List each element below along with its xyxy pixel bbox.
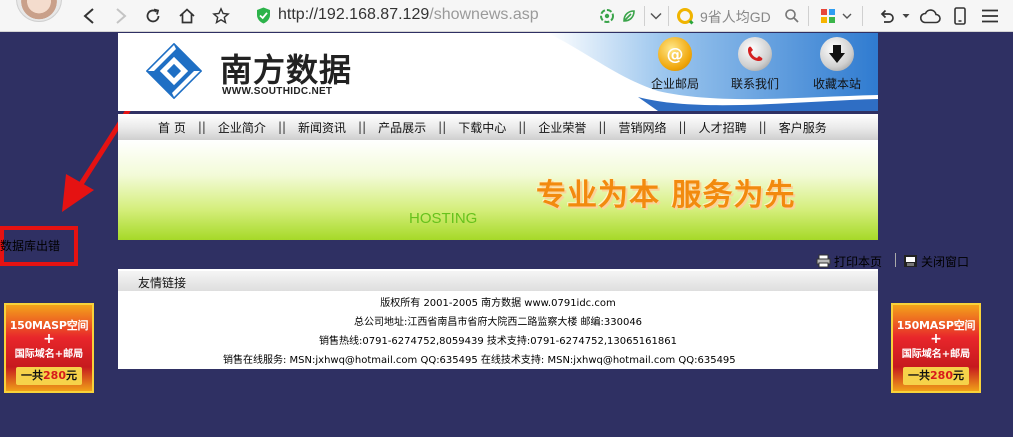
apps-grid-icon[interactable]: [817, 3, 839, 29]
print-close-divider: [895, 253, 896, 267]
hero-banner: 专业为本 服务为先 HOSTING: [118, 140, 878, 240]
star-bookmark-icon[interactable]: [210, 3, 232, 29]
banner-hosting-text: HOSTING: [409, 210, 478, 227]
site-navigation: 首 页 || 企业简介 || 新闻资讯 || 产品展示 || 下载中心 || 企…: [118, 114, 878, 140]
header-link-bookmark[interactable]: 收藏本站: [802, 37, 872, 92]
vertical-scrollbar[interactable]: [997, 45, 1013, 437]
company-logo-text: 南方数据: [220, 51, 353, 89]
printer-icon: [816, 254, 831, 268]
database-error-message: 数据库出错: [0, 239, 61, 253]
nav-home[interactable]: 首 页: [158, 119, 186, 136]
search-engine-icon: [674, 3, 696, 29]
bookmark-icon: [820, 37, 854, 71]
header-link-contact[interactable]: 联系我们: [720, 37, 790, 92]
compatibility-mode-icon[interactable]: [619, 3, 639, 29]
address-bar[interactable]: http://192.168.87.129/shownews.asp: [278, 6, 539, 24]
nav-service[interactable]: 客户服务: [779, 119, 827, 136]
nav-products[interactable]: 产品展示: [378, 119, 426, 136]
home-icon[interactable]: [176, 3, 198, 29]
company-logo-mark: [146, 43, 202, 99]
security-shield-icon: [257, 7, 270, 24]
menu-icon[interactable]: [978, 3, 1002, 29]
header-link-email[interactable]: @ 企业邮局: [640, 37, 710, 92]
close-window-icon: [904, 255, 917, 267]
nav-about[interactable]: 企业简介: [218, 119, 266, 136]
footer-hotline: 销售热线:0791-6274752,8059439 技术支持:0791-6274…: [319, 336, 677, 347]
undo-dropdown-icon[interactable]: [900, 3, 912, 29]
site-header: 南方数据 WWW.SOUTHIDC.NET @ 企业邮局 联系我们 收藏本站: [118, 33, 878, 111]
nav-news[interactable]: 新闻资讯: [298, 119, 346, 136]
apps-dropdown-icon[interactable]: [840, 3, 854, 29]
email-icon: @: [658, 37, 692, 71]
undo-icon[interactable]: [876, 3, 898, 29]
mobile-icon[interactable]: [950, 3, 970, 29]
nav-jobs[interactable]: 人才招聘: [699, 119, 747, 136]
site-footer: 友情链接 版权所有 2001-2005 南方数据 www.0791idc.com…: [118, 269, 878, 369]
floating-ad-left[interactable]: 150MASP空间 + 国际域名+邮局 一共280元: [4, 303, 94, 393]
contact-icon: [738, 37, 772, 71]
svg-text:@: @: [667, 45, 684, 65]
search-icon[interactable]: [782, 3, 802, 29]
footer-online-service: 销售在线服务: MSN:jxhwq@hotmail.com QQ:635495 …: [223, 355, 736, 366]
address-dropdown-icon[interactable]: [648, 3, 664, 29]
nav-downloads[interactable]: 下载中心: [458, 119, 506, 136]
company-domain-text: WWW.SOUTHIDC.NET: [222, 86, 333, 97]
close-window-link[interactable]: 关闭窗口: [903, 252, 969, 270]
search-input[interactable]: 9省人均GD: [700, 7, 778, 27]
nav-honors[interactable]: 企业荣誉: [538, 119, 586, 136]
friend-links-bar: 友情链接: [118, 271, 878, 291]
extension-green-icon[interactable]: [597, 3, 617, 29]
friend-links-title: 友情链接: [138, 276, 187, 290]
footer-address: 总公司地址:江西省南昌市省府大院西二路监察大楼 邮编:330046: [353, 317, 643, 328]
print-page-link[interactable]: 打印本页: [816, 252, 882, 270]
cloud-icon[interactable]: [918, 3, 942, 29]
banner-slogan: 专业为本 服务为先: [536, 178, 796, 213]
floating-ad-right[interactable]: 150MASP空间 + 国际域名+邮局 一共280元: [891, 303, 981, 393]
nav-marketing[interactable]: 营销网络: [618, 119, 666, 136]
footer-copyright: 版权所有 2001-2005 南方数据 www.0791idc.com: [380, 298, 616, 309]
